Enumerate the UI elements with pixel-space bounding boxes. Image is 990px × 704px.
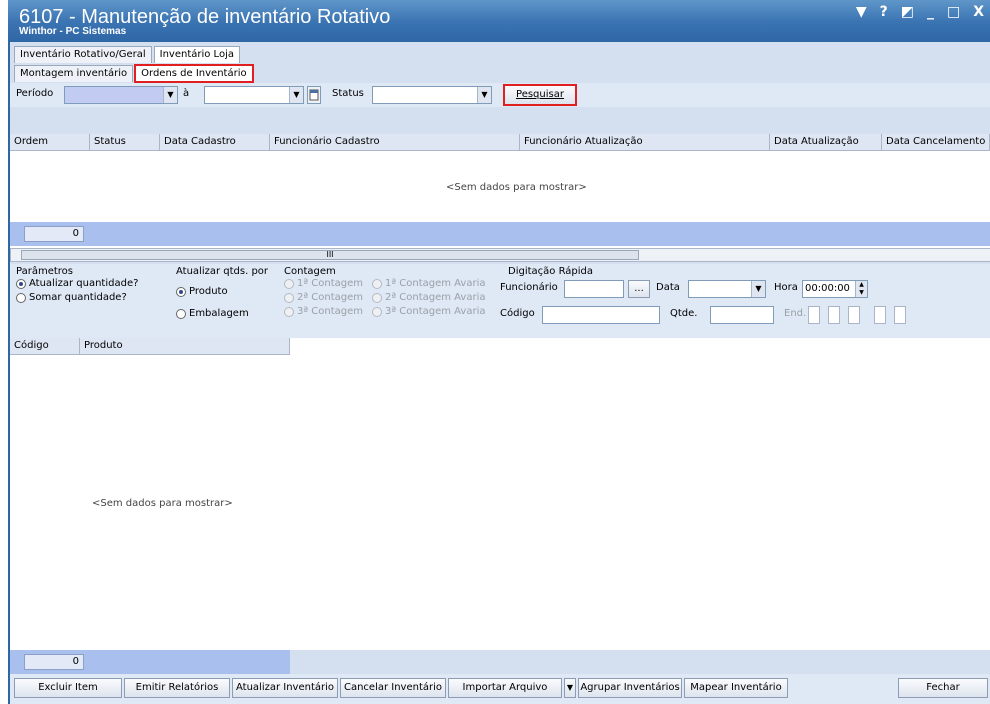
orders-empty-text: <Sem dados para mostrar>: [446, 182, 587, 193]
col-funcionario-cadastro[interactable]: Funcionário Cadastro: [270, 134, 520, 150]
products-grid-header: Código Produto: [10, 338, 290, 355]
col-data-cancelamento[interactable]: Data Cancelamento: [882, 134, 990, 150]
periodo-end-combo[interactable]: ▼: [204, 86, 304, 104]
periodo-start-combo[interactable]: ▼: [64, 86, 178, 104]
end-field-2[interactable]: [828, 306, 840, 324]
radio-3a-contagem-avaria[interactable]: 3ª Contagem Avaria: [372, 306, 485, 317]
radio-embalagem[interactable]: Embalagem: [176, 308, 249, 319]
importar-dropdown-icon[interactable]: ▼: [564, 678, 576, 698]
help-icon[interactable]: ?: [880, 4, 888, 20]
radio-3a-contagem[interactable]: 3ª Contagem: [284, 306, 363, 317]
funcionario-lookup-button[interactable]: ...: [628, 280, 650, 298]
orders-grid-header: Ordem Status Data Cadastro Funcionário C…: [10, 134, 990, 151]
end-field-5[interactable]: [894, 306, 906, 324]
col-funcionario-atualizacao[interactable]: Funcionário Atualização: [520, 134, 770, 150]
col-ordem[interactable]: Ordem: [10, 134, 90, 150]
window-controls: ▼ ? ◩ _ □ X: [856, 4, 984, 20]
status-combo[interactable]: ▼: [372, 86, 492, 104]
filter-bar: Período ▼ à ▼ Status ▼ Pesquisar: [10, 83, 990, 107]
digitacao-title: Digitação Rápida: [508, 266, 594, 277]
end-field-3[interactable]: [848, 306, 860, 324]
codigo-label: Código: [500, 308, 535, 319]
calendar-icon[interactable]: [307, 86, 321, 104]
contagem-title: Contagem: [284, 266, 336, 277]
orders-footer: 0: [10, 222, 990, 246]
col-data-atualizacao[interactable]: Data Atualização: [770, 134, 882, 150]
importar-arquivo-button[interactable]: Importar Arquivo: [448, 678, 562, 698]
end-field-1[interactable]: [808, 306, 820, 324]
qtde-label: Qtde.: [670, 308, 698, 319]
close-icon[interactable]: X: [973, 4, 984, 20]
menu-dropdown-icon[interactable]: ▼: [856, 4, 867, 20]
hora-input[interactable]: 00:00:00 ▲ ▼: [802, 280, 868, 298]
chevron-down-icon[interactable]: ▼: [289, 87, 303, 103]
tab-montagem-inventario[interactable]: Montagem inventário: [14, 65, 134, 82]
maximize-icon[interactable]: □: [947, 4, 960, 20]
bottom-toolbar: Excluir Item Emitir Relatórios Atualizar…: [10, 674, 990, 704]
minimize-icon[interactable]: _: [927, 4, 934, 20]
hora-label: Hora: [774, 282, 798, 293]
products-footer: 0: [10, 650, 290, 674]
funcionario-label: Funcionário: [500, 282, 558, 293]
radio-1a-contagem-avaria[interactable]: 1ª Contagem Avaria: [372, 278, 485, 289]
radio-2a-contagem-avaria[interactable]: 2ª Contagem Avaria: [372, 292, 485, 303]
restore-icon[interactable]: ◩: [901, 4, 914, 20]
excluir-item-button[interactable]: Excluir Item: [14, 678, 122, 698]
data-label: Data: [656, 282, 680, 293]
radio-1a-contagem[interactable]: 1ª Contagem: [284, 278, 363, 289]
params-panel: Parâmetros Atualizar quantidade? Somar q…: [10, 264, 990, 338]
top-tabs: Inventário Rotativo/Geral Inventário Loj…: [14, 45, 242, 63]
tab-ordens-inventario[interactable]: Ordens de Inventário: [134, 64, 254, 83]
mapear-inventario-button[interactable]: Mapear Inventário: [684, 678, 788, 698]
fechar-button[interactable]: Fechar: [898, 678, 988, 698]
cancelar-inventario-button[interactable]: Cancelar Inventário: [340, 678, 446, 698]
sub-tabs: Montagem inventário Ordens de Inventário: [14, 64, 255, 83]
funcionario-input[interactable]: [564, 280, 624, 298]
chevron-down-icon[interactable]: ▼: [477, 87, 491, 103]
main-frame: Inventário Rotativo/Geral Inventário Loj…: [8, 42, 990, 704]
col-produto[interactable]: Produto: [80, 338, 290, 354]
products-count: 0: [24, 654, 84, 670]
emitir-relatorios-button[interactable]: Emitir Relatórios: [124, 678, 230, 698]
periodo-label: Período: [16, 88, 54, 99]
spin-icon[interactable]: ▲ ▼: [855, 281, 867, 297]
orders-horizontal-scrollbar[interactable]: III: [10, 248, 990, 262]
col-data-cadastro[interactable]: Data Cadastro: [160, 134, 270, 150]
ate-label: à: [183, 88, 190, 99]
radio-2a-contagem[interactable]: 2ª Contagem: [284, 292, 363, 303]
qtde-input[interactable]: [710, 306, 774, 324]
radio-produto[interactable]: Produto: [176, 286, 228, 297]
atualizar-qtds-title: Atualizar qtds. por: [176, 266, 269, 277]
pesquisar-button[interactable]: Pesquisar: [503, 84, 577, 106]
products-empty-text: <Sem dados para mostrar>: [92, 498, 233, 509]
atualizar-inventario-button[interactable]: Atualizar Inventário: [232, 678, 338, 698]
window-subtitle: Winthor - PC Sistemas: [19, 26, 127, 37]
col-status[interactable]: Status: [90, 134, 160, 150]
chevron-down-icon[interactable]: ▼: [751, 281, 765, 297]
codigo-input[interactable]: [542, 306, 660, 324]
radio-somar-quantidade[interactable]: Somar quantidade?: [16, 292, 127, 303]
chevron-down-icon[interactable]: ▼: [163, 87, 177, 103]
products-grid: Código Produto <Sem dados para mostrar>: [10, 338, 990, 650]
scroll-thumb[interactable]: III: [21, 250, 639, 260]
tab-inventario-loja[interactable]: Inventário Loja: [153, 46, 240, 63]
end-label: End.: [784, 308, 807, 319]
radio-atualizar-quantidade[interactable]: Atualizar quantidade?: [16, 278, 138, 289]
status-label: Status: [332, 88, 364, 99]
orders-count: 0: [24, 226, 84, 242]
parametros-title: Parâmetros: [16, 266, 73, 277]
title-bar: 6107 - Manutenção de inventário Rotativo…: [8, 0, 990, 42]
agrupar-inventarios-button[interactable]: Agrupar Inventários: [578, 678, 682, 698]
tab-inventario-rotativo-geral[interactable]: Inventário Rotativo/Geral: [14, 46, 152, 63]
col-codigo[interactable]: Código: [10, 338, 80, 354]
data-combo[interactable]: ▼: [688, 280, 766, 298]
end-field-4[interactable]: [874, 306, 886, 324]
